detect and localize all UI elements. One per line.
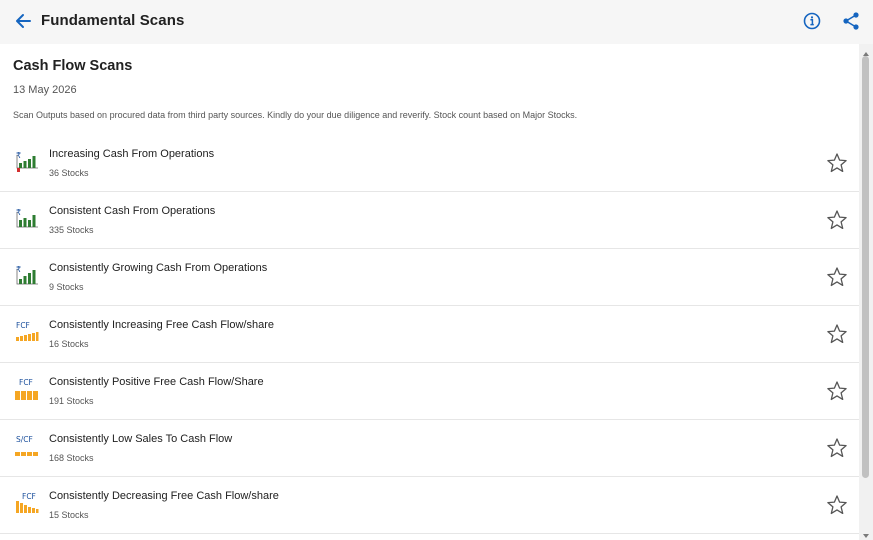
svg-text:FCF: FCF <box>22 492 36 501</box>
scan-list: ₹ Increasing Cash From Operations 36 Sto… <box>0 135 859 534</box>
star-icon[interactable] <box>826 380 848 402</box>
scrollbar-thumb[interactable] <box>862 56 869 478</box>
scan-name: Consistently Decreasing Free Cash Flow/s… <box>49 490 279 502</box>
scan-name: Consistently Increasing Free Cash Flow/s… <box>49 319 274 331</box>
svg-text:FCF: FCF <box>19 378 33 387</box>
section-title: Cash Flow Scans <box>13 58 133 74</box>
share-icon[interactable] <box>841 11 861 31</box>
stock-count: 191 Stocks <box>49 396 94 406</box>
scan-name: Consistently Growing Cash From Operation… <box>49 262 268 274</box>
svg-text:FCF: FCF <box>16 321 30 330</box>
scan-date: 13 May 2026 <box>13 84 77 96</box>
fcf-bar-chart-icon: FCF <box>14 377 40 403</box>
disclaimer-text: Scan Outputs based on procured data from… <box>13 110 578 120</box>
stock-count: 36 Stocks <box>49 168 89 178</box>
star-icon[interactable] <box>826 494 848 516</box>
fcf-bar-chart-icon: FCF <box>14 320 40 346</box>
scan-name: Consistently Low Sales To Cash Flow <box>49 433 233 445</box>
scan-name: Consistently Positive Free Cash Flow/Sha… <box>49 376 264 388</box>
star-icon[interactable] <box>826 152 848 174</box>
star-icon[interactable] <box>826 209 848 231</box>
rupee-bar-chart-icon: ₹ <box>14 149 40 175</box>
scan-content: Cash Flow Scans 13 May 2026 Scan Outputs… <box>0 44 859 540</box>
rupee-bar-chart-icon: ₹ <box>14 206 40 232</box>
star-icon[interactable] <box>826 323 848 345</box>
stock-count: 15 Stocks <box>49 510 89 520</box>
list-item[interactable]: S/CF Consistently Low Sales To Cash Flow… <box>0 420 859 477</box>
page-title: Fundamental Scans <box>41 12 185 29</box>
stock-count: 335 Stocks <box>49 225 94 235</box>
list-item[interactable]: FCF Consistently Decreasing Free Cash Fl… <box>0 477 859 534</box>
rupee-bar-chart-icon: ₹ <box>14 263 40 289</box>
stock-count: 168 Stocks <box>49 453 94 463</box>
scan-name: Increasing Cash From Operations <box>49 148 215 160</box>
top-app-bar: Fundamental Scans <box>0 0 873 44</box>
list-item[interactable]: FCF Consistently Increasing Free Cash Fl… <box>0 306 859 363</box>
scan-name: Consistent Cash From Operations <box>49 205 216 217</box>
arrow-left-icon[interactable] <box>12 10 34 32</box>
list-item[interactable]: ₹ Consistently Growing Cash From Operati… <box>0 249 859 306</box>
list-item[interactable]: ₹ Consistent Cash From Operations 335 St… <box>0 192 859 249</box>
scroll-down-arrow-icon[interactable] <box>859 528 873 538</box>
stock-count: 9 Stocks <box>49 282 84 292</box>
star-icon[interactable] <box>826 266 848 288</box>
vertical-scrollbar[interactable] <box>859 44 873 540</box>
star-icon[interactable] <box>826 437 848 459</box>
stock-count: 16 Stocks <box>49 339 89 349</box>
fcf-bar-chart-icon: FCF <box>14 491 40 517</box>
scf-bar-chart-icon: S/CF <box>14 434 40 460</box>
scroll-up-arrow-icon[interactable] <box>859 46 873 56</box>
list-item[interactable]: FCF Consistently Positive Free Cash Flow… <box>0 363 859 420</box>
info-circle-icon[interactable] <box>802 11 822 31</box>
svg-text:S/CF: S/CF <box>16 435 33 444</box>
list-item[interactable]: ₹ Increasing Cash From Operations 36 Sto… <box>0 135 859 192</box>
